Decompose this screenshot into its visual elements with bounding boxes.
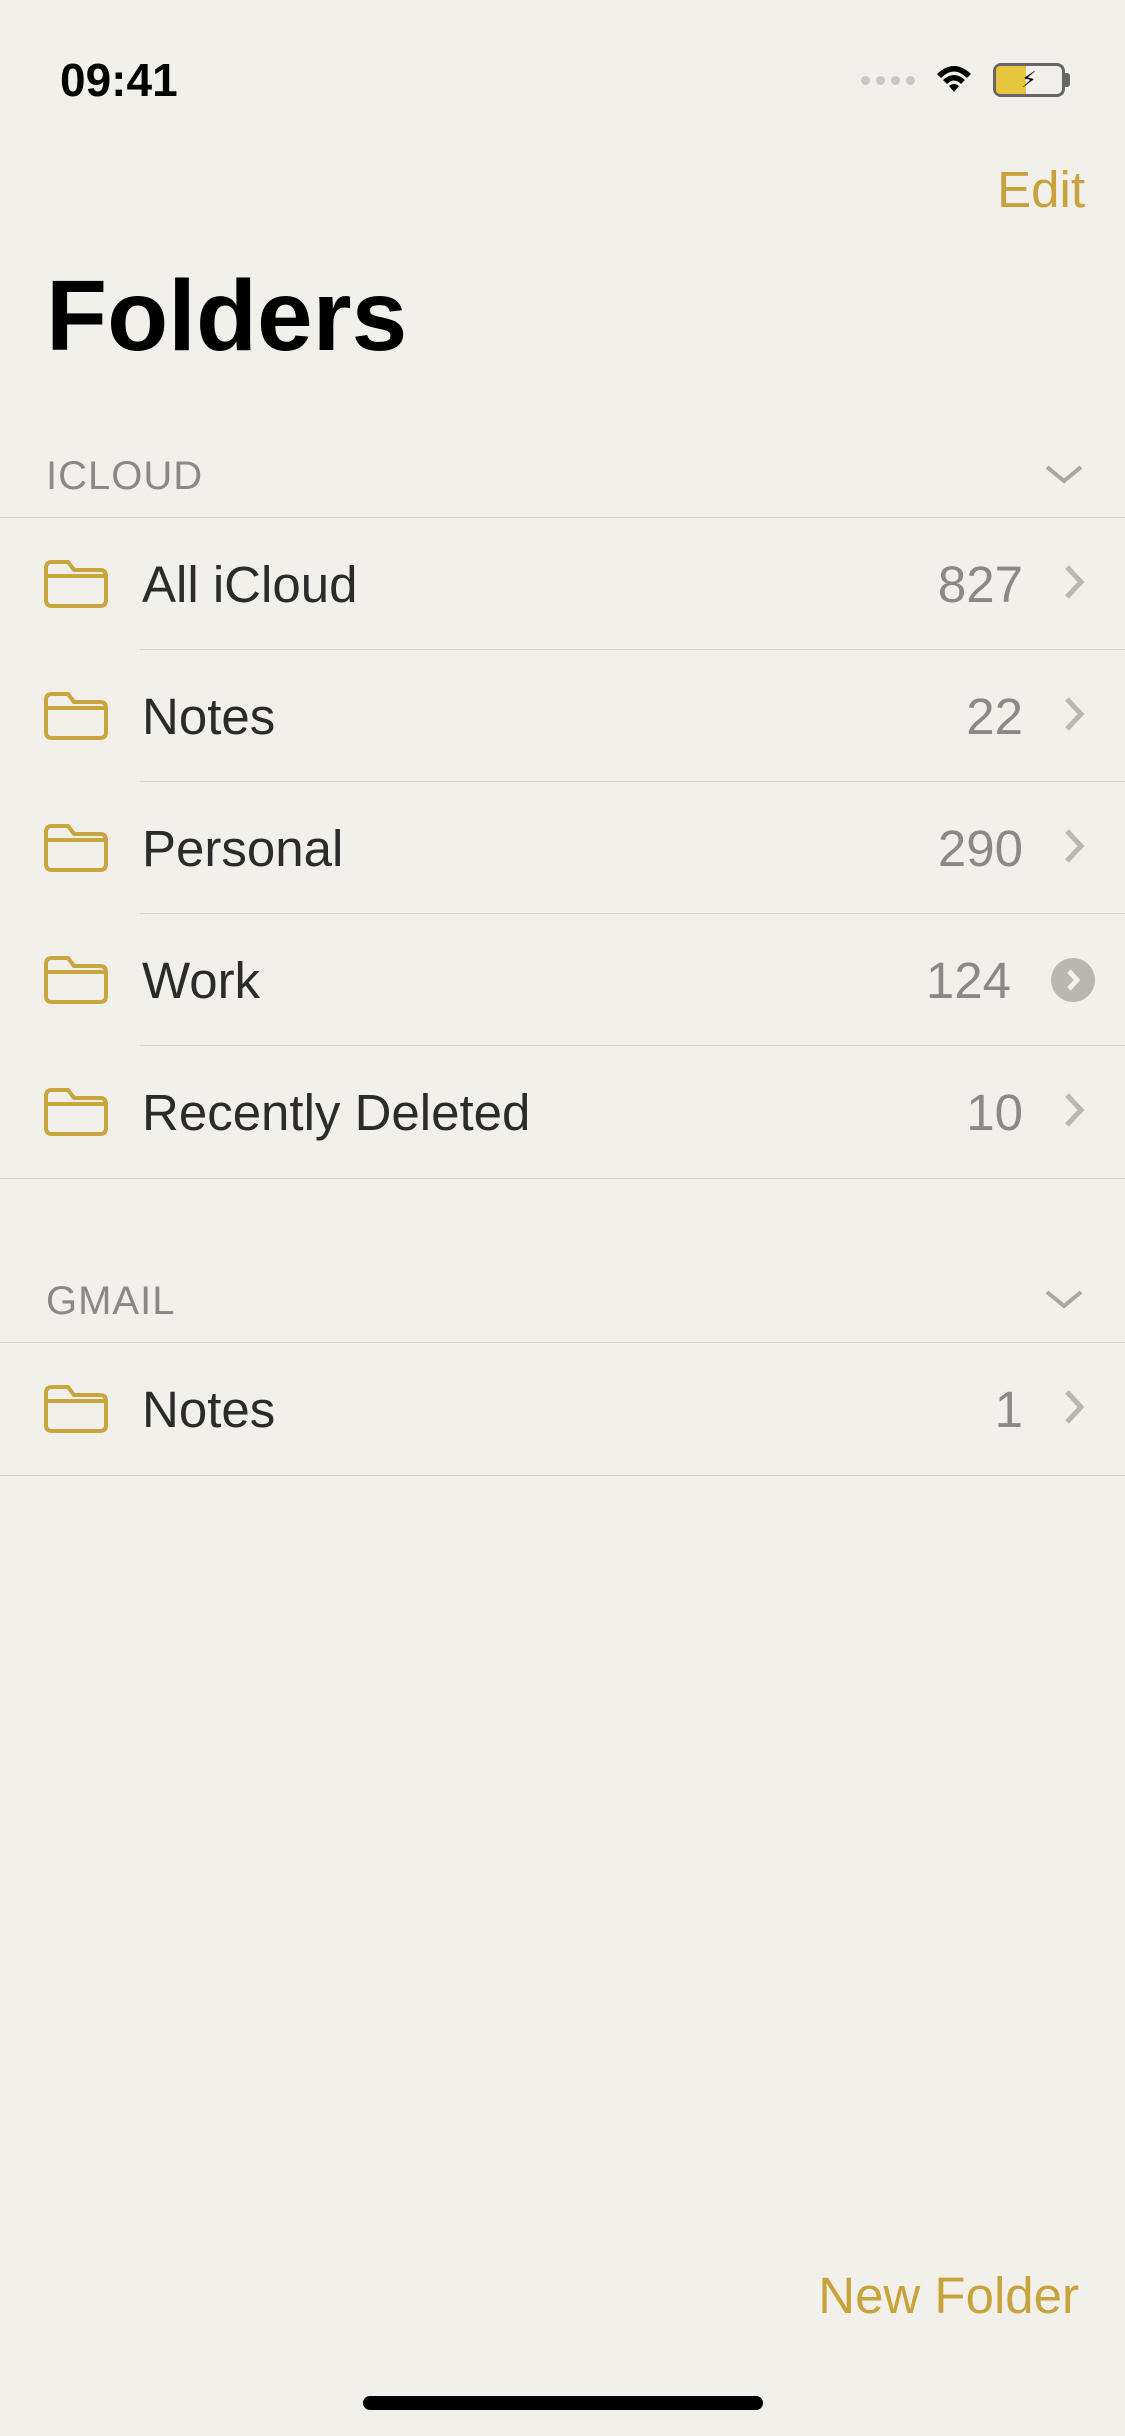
page-title: Folders (0, 259, 1125, 434)
section-title: ICLOUD (46, 454, 203, 499)
folder-list-icloud: All iCloud 827 Notes 22 Personal 290 Wor… (0, 517, 1125, 1179)
status-bar: 09:41 ⚡︎ (0, 0, 1125, 120)
folder-name-label: Work (142, 951, 926, 1010)
folder-icon (40, 952, 112, 1008)
folder-count-label: 124 (926, 951, 1011, 1010)
folder-count-label: 827 (938, 555, 1023, 614)
folder-list-gmail: Notes 1 (0, 1342, 1125, 1476)
folder-count-label: 10 (966, 1083, 1023, 1142)
section-title: GMAIL (46, 1279, 175, 1324)
nav-bar: Edit (0, 120, 1125, 259)
cellular-signal-icon (861, 76, 915, 85)
chevron-right-icon (1063, 827, 1085, 870)
battery-icon: ⚡︎ (993, 63, 1065, 97)
folder-icon (40, 820, 112, 876)
folder-name-label: All iCloud (142, 555, 938, 614)
folder-icon (40, 688, 112, 744)
home-indicator[interactable] (363, 2396, 763, 2410)
folder-name-label: Recently Deleted (142, 1083, 966, 1142)
section-header-gmail[interactable]: GMAIL (0, 1259, 1125, 1342)
chevron-down-icon (1043, 461, 1085, 492)
folder-name-label: Notes (142, 687, 966, 746)
folder-row-notes[interactable]: Notes 22 (0, 650, 1125, 782)
folder-row-all-icloud[interactable]: All iCloud 827 (0, 518, 1125, 650)
chevron-right-icon (1063, 1388, 1085, 1431)
share-disclosure-icon (1051, 958, 1095, 1002)
folder-name-label: Personal (142, 819, 938, 878)
status-right: ⚡︎ (861, 60, 1065, 101)
folder-row-gmail-notes[interactable]: Notes 1 (0, 1343, 1125, 1475)
folder-icon (40, 1381, 112, 1437)
new-folder-button[interactable]: New Folder (818, 2266, 1079, 2325)
folder-count-label: 1 (995, 1380, 1023, 1439)
folder-count-label: 290 (938, 819, 1023, 878)
chevron-down-icon (1043, 1286, 1085, 1317)
folder-row-recently-deleted[interactable]: Recently Deleted 10 (0, 1046, 1125, 1178)
section-header-icloud[interactable]: ICLOUD (0, 434, 1125, 517)
chevron-right-icon (1063, 1091, 1085, 1134)
folder-icon (40, 1084, 112, 1140)
folder-count-label: 22 (966, 687, 1023, 746)
folder-row-work[interactable]: Work 124 (0, 914, 1125, 1046)
folder-row-personal[interactable]: Personal 290 (0, 782, 1125, 914)
chevron-right-icon (1063, 695, 1085, 738)
status-time: 09:41 (60, 53, 178, 107)
folder-name-label: Notes (142, 1380, 995, 1439)
folder-icon (40, 556, 112, 612)
edit-button[interactable]: Edit (997, 160, 1085, 219)
chevron-right-icon (1063, 563, 1085, 606)
wifi-icon (931, 60, 977, 101)
